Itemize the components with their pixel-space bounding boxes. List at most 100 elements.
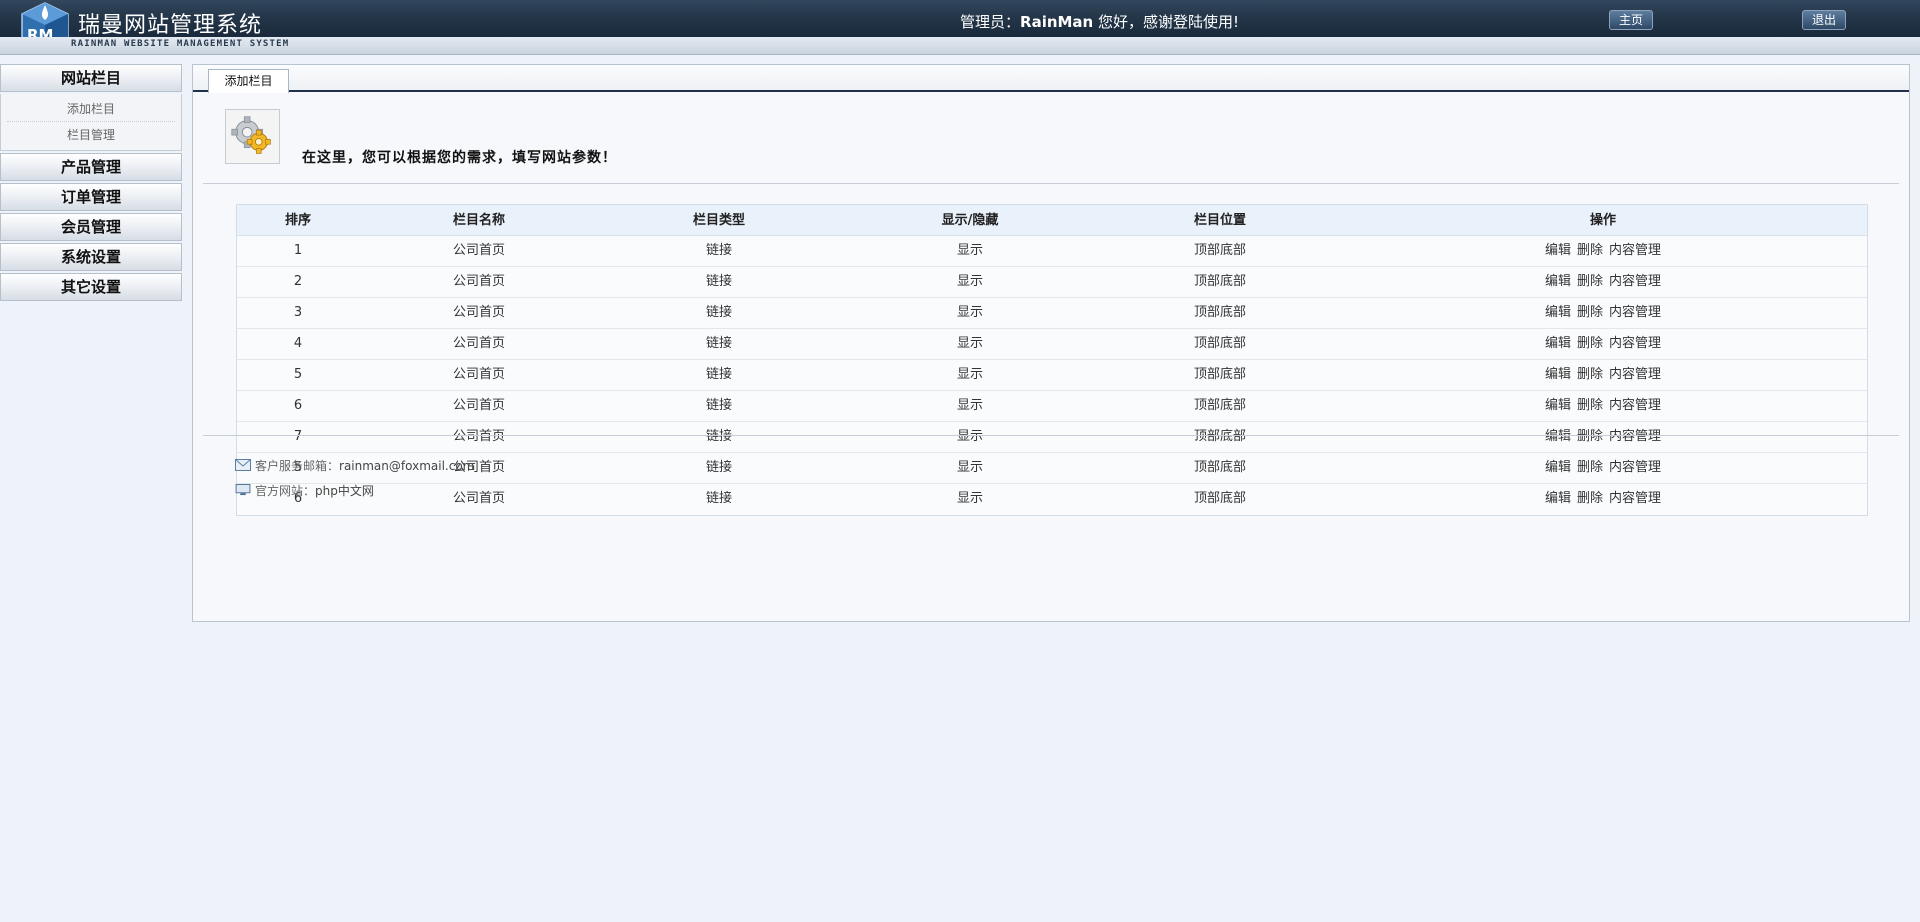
sidebar-section-members[interactable]: 会员管理 xyxy=(0,213,182,241)
cell-column-name: 公司首页 xyxy=(452,305,505,320)
envelope-icon xyxy=(235,459,251,471)
monitor-icon xyxy=(235,484,251,496)
sidebar-item-column-management[interactable]: 栏目管理 xyxy=(7,122,175,148)
cell-column-type: 链接 xyxy=(705,243,732,258)
table-row: 6 公司首页 链接 显示 顶部底部 编辑 删除 内容管理 xyxy=(237,484,1867,515)
edit-link[interactable]: 编辑 xyxy=(1545,367,1571,382)
cell-visibility: 显示 xyxy=(956,491,983,506)
delete-link[interactable]: 删除 xyxy=(1577,305,1603,320)
delete-link[interactable]: 删除 xyxy=(1577,336,1603,351)
cell-column-name: 公司首页 xyxy=(452,274,505,289)
cell-visibility: 显示 xyxy=(956,274,983,289)
sidebar-section-other-settings[interactable]: 其它设置 xyxy=(0,273,182,301)
footer-website-link[interactable]: php中文网 xyxy=(315,484,374,498)
columns-table: 排序 栏目名称 栏目类型 显示/隐藏 栏目位置 操作 1 公司首页 链接 显示 顶部底部… xyxy=(236,204,1868,516)
delete-link[interactable]: 删除 xyxy=(1577,274,1603,289)
content-management-link[interactable]: 内容管理 xyxy=(1609,243,1661,258)
sidebar-section-orders[interactable]: 订单管理 xyxy=(0,183,182,211)
welcome-suffix: 您好，感谢登陆使用! xyxy=(1093,13,1240,31)
main-panel: 添加栏目 在这里，您可以根据您的需求，填写网站参数！ 排序 栏目名称 栏目类型 … xyxy=(192,64,1910,622)
sidebar-section-website-columns[interactable]: 网站栏目 xyxy=(0,64,182,92)
content-management-link[interactable]: 内容管理 xyxy=(1609,460,1661,475)
table-header: 排序 栏目名称 栏目类型 显示/隐藏 栏目位置 操作 xyxy=(237,205,1867,236)
table-row: 2 公司首页 链接 显示 顶部底部 编辑 删除 内容管理 xyxy=(237,267,1867,298)
header-visibility: 显示/隐藏 xyxy=(941,213,999,228)
cell-position: 顶部底部 xyxy=(1193,398,1246,413)
sidebar-item-add-column[interactable]: 添加栏目 xyxy=(7,96,175,122)
cell-order: 7 xyxy=(293,429,303,444)
welcome-message: 管理员：RainMan 您好，感谢登陆使用! xyxy=(960,11,1239,32)
delete-link[interactable]: 删除 xyxy=(1577,429,1603,444)
cell-column-type: 链接 xyxy=(705,398,732,413)
footer-email-label: 客户服务邮箱： xyxy=(255,459,340,473)
cell-position: 顶部底部 xyxy=(1193,243,1246,258)
cell-actions: 编辑 删除 内容管理 xyxy=(1339,453,1867,483)
app-title: 瑞曼网站管理系统 xyxy=(78,13,263,38)
delete-link[interactable]: 删除 xyxy=(1577,491,1603,506)
table-body: 1 公司首页 链接 显示 顶部底部 编辑 删除 内容管理 2 公司首页 链接 显示 顶部底部 编辑 删除 内容… xyxy=(237,236,1867,515)
header-column-type: 栏目类型 xyxy=(692,213,745,228)
sidebar-section-system-settings[interactable]: 系统设置 xyxy=(0,243,182,271)
edit-link[interactable]: 编辑 xyxy=(1545,398,1571,413)
cell-position: 顶部底部 xyxy=(1193,429,1246,444)
content-management-link[interactable]: 内容管理 xyxy=(1609,398,1661,413)
table-row: 7 公司首页 链接 显示 顶部底部 编辑 删除 内容管理 xyxy=(237,422,1867,453)
cell-order: 4 xyxy=(293,336,303,351)
cell-column-type: 链接 xyxy=(705,336,732,351)
cell-actions: 编辑 删除 内容管理 xyxy=(1339,298,1867,328)
cell-column-type: 链接 xyxy=(705,429,732,444)
table-row: 5 公司首页 链接 显示 顶部底部 编辑 删除 内容管理 xyxy=(237,453,1867,484)
cell-visibility: 显示 xyxy=(956,336,983,351)
cell-actions: 编辑 删除 内容管理 xyxy=(1339,391,1867,421)
table-row: 3 公司首页 链接 显示 顶部底部 编辑 删除 内容管理 xyxy=(237,298,1867,329)
app-subtitle: RAINMAN WEBSITE MANAGEMENT SYSTEM xyxy=(71,39,290,49)
gear-icon xyxy=(225,109,280,164)
home-button[interactable]: 主页 xyxy=(1609,10,1653,30)
cell-visibility: 显示 xyxy=(956,398,983,413)
edit-link[interactable]: 编辑 xyxy=(1545,243,1571,258)
cell-actions: 编辑 删除 内容管理 xyxy=(1339,236,1867,266)
header-actions: 操作 xyxy=(1589,213,1616,228)
cell-column-name: 公司首页 xyxy=(452,367,505,382)
content-management-link[interactable]: 内容管理 xyxy=(1609,274,1661,289)
edit-link[interactable]: 编辑 xyxy=(1545,274,1571,289)
content-management-link[interactable]: 内容管理 xyxy=(1609,367,1661,382)
delete-link[interactable]: 删除 xyxy=(1577,367,1603,382)
cell-visibility: 显示 xyxy=(956,460,983,475)
content-management-link[interactable]: 内容管理 xyxy=(1609,491,1661,506)
footer-website: 官方网站：php中文网 xyxy=(235,483,374,499)
cell-column-type: 链接 xyxy=(705,491,732,506)
content-management-link[interactable]: 内容管理 xyxy=(1609,429,1661,444)
cell-position: 顶部底部 xyxy=(1193,274,1246,289)
cell-column-name: 公司首页 xyxy=(452,491,505,506)
edit-link[interactable]: 编辑 xyxy=(1545,429,1571,444)
edit-link[interactable]: 编辑 xyxy=(1545,460,1571,475)
content-management-link[interactable]: 内容管理 xyxy=(1609,336,1661,351)
footer-website-label: 官方网站： xyxy=(255,484,316,498)
sidebar-section-products[interactable]: 产品管理 xyxy=(0,153,182,181)
cell-column-type: 链接 xyxy=(705,367,732,382)
delete-link[interactable]: 删除 xyxy=(1577,243,1603,258)
header-position: 栏目位置 xyxy=(1193,213,1246,228)
cell-column-name: 公司首页 xyxy=(452,336,505,351)
divider xyxy=(203,435,1899,436)
edit-link[interactable]: 编辑 xyxy=(1545,336,1571,351)
footer-email-value[interactable]: rainman@foxmail.com xyxy=(339,459,474,473)
cell-column-type: 链接 xyxy=(705,460,732,475)
edit-link[interactable]: 编辑 xyxy=(1545,305,1571,320)
header-order: 排序 xyxy=(284,213,311,228)
logout-button[interactable]: 退出 xyxy=(1802,10,1846,30)
table-row: 4 公司首页 链接 显示 顶部底部 编辑 删除 内容管理 xyxy=(237,329,1867,360)
top-header: RM 瑞曼网站管理系统 管理员：RainMan 您好，感谢登陆使用! 主页 退出 xyxy=(0,0,1920,53)
edit-link[interactable]: 编辑 xyxy=(1545,491,1571,506)
cell-position: 顶部底部 xyxy=(1193,305,1246,320)
delete-link[interactable]: 删除 xyxy=(1577,398,1603,413)
divider xyxy=(203,183,1899,184)
tab-add-column[interactable]: 添加栏目 xyxy=(208,69,289,93)
content-management-link[interactable]: 内容管理 xyxy=(1609,305,1661,320)
cell-visibility: 显示 xyxy=(956,243,983,258)
table-row: 1 公司首页 链接 显示 顶部底部 编辑 删除 内容管理 xyxy=(237,236,1867,267)
username: RainMan xyxy=(1020,13,1094,31)
table-row: 6 公司首页 链接 显示 顶部底部 编辑 删除 内容管理 xyxy=(237,391,1867,422)
delete-link[interactable]: 删除 xyxy=(1577,460,1603,475)
